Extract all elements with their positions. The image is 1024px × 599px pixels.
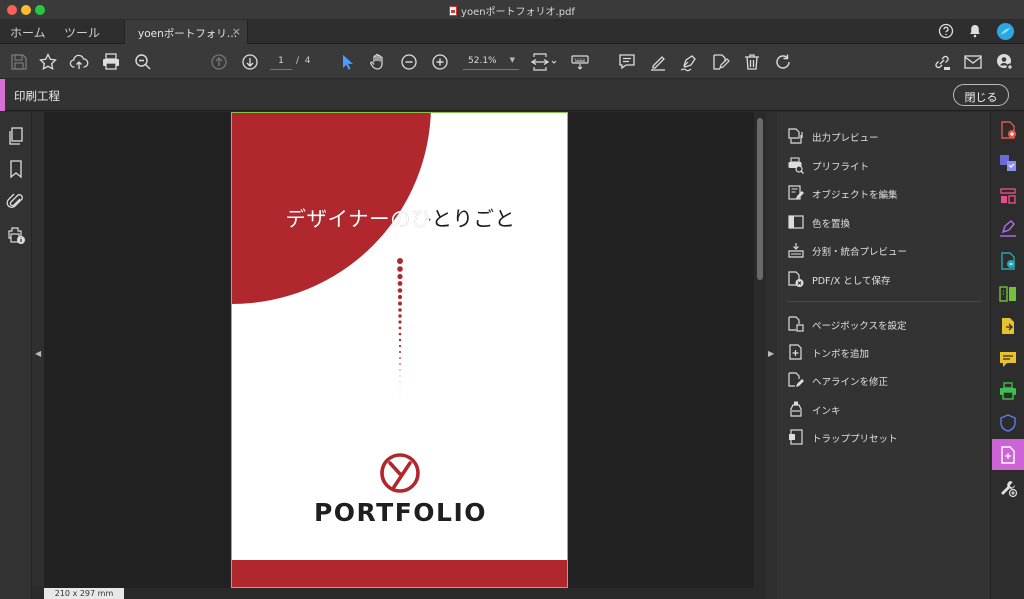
print-production-tool-icon[interactable] [998, 381, 1018, 401]
document-info-icon[interactable] [6, 225, 26, 245]
hairline-icon [788, 372, 804, 387]
panel-item-output-preview[interactable]: 出力プレビュー [787, 126, 982, 146]
notification-bell-icon[interactable] [967, 23, 983, 39]
more-tools-wrench-icon[interactable] [998, 478, 1018, 498]
replace-color-icon [788, 215, 804, 229]
close-tool-button[interactable]: 閉じる [953, 84, 1009, 106]
protect-shield-icon[interactable] [998, 413, 1018, 433]
tool-accent-bar [0, 79, 5, 111]
title-bar: yoenポートフォリオ.pdf [0, 0, 1024, 20]
portfolio-title: PORTFOLIO [313, 498, 488, 527]
page-count: / 4 [296, 56, 311, 66]
print-production-panel: 出力プレビュー プリフライト オブジェクトを編集 色を置換 分割・統合プレビュー… [777, 112, 990, 599]
rotate-icon[interactable] [773, 52, 793, 72]
export-pdf-icon[interactable] [998, 316, 1018, 336]
panel-item-edit-object[interactable]: オブジェクトを編集 [787, 183, 982, 203]
preflight-icon [788, 157, 804, 174]
zoom-level-select[interactable]: 52.1% ▼ [463, 53, 519, 70]
edit-object-icon [788, 185, 804, 200]
panel-item-ink[interactable]: インキ [787, 399, 982, 419]
page-fit-icon[interactable] [530, 52, 559, 72]
flattener-preview-icon [788, 243, 804, 258]
print-icon[interactable] [101, 52, 121, 72]
vertical-scrollbar[interactable] [754, 112, 766, 588]
hand-tool-icon[interactable] [368, 52, 388, 72]
zoom-out-icon[interactable] [399, 52, 419, 72]
left-pane-toggle[interactable]: ◀ [32, 112, 44, 587]
zoom-in-icon[interactable] [430, 52, 450, 72]
save-icon[interactable] [9, 52, 29, 72]
page-thumbnails-icon[interactable] [6, 126, 26, 146]
dotted-line-graphic [397, 258, 403, 413]
create-pdf-icon[interactable] [998, 120, 1018, 140]
y-logo-icon [380, 453, 420, 493]
panel-item-flattener-preview[interactable]: 分割・統合プレビュー [787, 240, 982, 260]
organize-pages-icon[interactable] [998, 186, 1018, 206]
close-tab-icon[interactable]: × [232, 25, 241, 38]
zoom-out-magnifier-icon[interactable] [133, 52, 153, 72]
comment-icon[interactable] [617, 52, 637, 72]
pdf-page[interactable]: デザイナーのひとりごと デザイナーのひとりごと PORTFOLIO [231, 112, 568, 588]
help-icon[interactable] [938, 23, 954, 39]
document-tab[interactable]: yoenポートフォリ… × [124, 20, 248, 44]
combine-files-icon[interactable] [998, 153, 1018, 173]
page-number-input[interactable]: 1 [270, 53, 292, 70]
page-box-icon [788, 316, 804, 332]
tool-title: 印刷工程 [14, 89, 60, 103]
horizontal-scrollbar[interactable] [124, 588, 766, 599]
scan-ocr-icon[interactable] [998, 251, 1018, 271]
bookmarks-icon[interactable] [6, 159, 26, 179]
chevron-right-icon: ▶ [768, 349, 775, 358]
output-preview-icon [788, 128, 803, 144]
cloud-upload-icon[interactable] [69, 52, 89, 72]
document-tab-label: yoenポートフォリ… [138, 28, 238, 40]
attachments-paperclip-icon[interactable] [6, 192, 26, 212]
panel-item-save-pdfx[interactable]: PDF/X として保存 [787, 269, 982, 289]
compare-files-icon[interactable] [998, 284, 1018, 304]
panel-item-fix-hairlines[interactable]: ヘアラインを修正 [787, 370, 982, 390]
tool-header: 印刷工程 閉じる [0, 79, 1024, 111]
tab-tools[interactable]: ツール [64, 24, 100, 41]
tools-rail [990, 112, 1024, 599]
red-footer-band [232, 560, 567, 587]
app-window: yoenポートフォリオ.pdf ホーム ツール yoenポートフォリ… × 1 … [0, 0, 1024, 599]
ink-icon [790, 401, 802, 417]
delete-trash-icon[interactable] [742, 52, 762, 72]
panel-item-page-box[interactable]: ページボックスを設定 [787, 314, 982, 334]
page-size-label: 210 x 297 mm [44, 588, 124, 599]
highlighter-icon[interactable] [648, 52, 668, 72]
window-title: yoenポートフォリオ.pdf [0, 3, 1024, 18]
right-pane-toggle[interactable]: ▶ [766, 112, 777, 599]
pdf-file-icon [449, 6, 458, 16]
chevron-down-icon: ▼ [509, 56, 515, 64]
comment-tool-icon[interactable] [998, 349, 1018, 369]
user-avatar[interactable] [996, 22, 1015, 41]
previous-page-icon[interactable] [209, 52, 229, 72]
stamp-edit-icon[interactable] [710, 52, 730, 72]
left-navigation-pane [0, 112, 32, 599]
panel-item-preflight[interactable]: プリフライト [787, 155, 982, 175]
chevron-left-icon: ◀ [35, 349, 42, 358]
next-page-icon[interactable] [240, 52, 260, 72]
trap-preset-icon [789, 429, 803, 445]
tab-home[interactable]: ホーム [10, 24, 46, 41]
scrollbar-thumb[interactable] [757, 118, 763, 280]
main-toolbar: 1 / 4 52.1% ▼ [0, 44, 1024, 79]
add-user-icon[interactable] [995, 52, 1015, 72]
bookmark-star-icon[interactable] [38, 52, 58, 72]
panel-item-printer-marks[interactable]: トンボを追加 [787, 342, 982, 362]
save-pdfx-icon [788, 271, 804, 287]
panel-divider [787, 301, 981, 302]
select-cursor-icon[interactable] [337, 52, 357, 72]
email-icon[interactable] [963, 52, 983, 72]
printer-marks-icon [789, 344, 802, 360]
panel-item-replace-color[interactable]: 色を置換 [787, 212, 982, 232]
panel-item-trap-presets[interactable]: トラッププリセット [787, 427, 982, 447]
tab-bar: ホーム ツール yoenポートフォリ… × [0, 20, 1024, 44]
print-production-active-icon[interactable] [998, 445, 1018, 465]
share-link-icon[interactable] [932, 52, 952, 72]
draw-pen-icon[interactable] [679, 52, 699, 72]
fill-sign-icon[interactable] [998, 218, 1018, 238]
keyboard-icon[interactable] [570, 52, 590, 72]
